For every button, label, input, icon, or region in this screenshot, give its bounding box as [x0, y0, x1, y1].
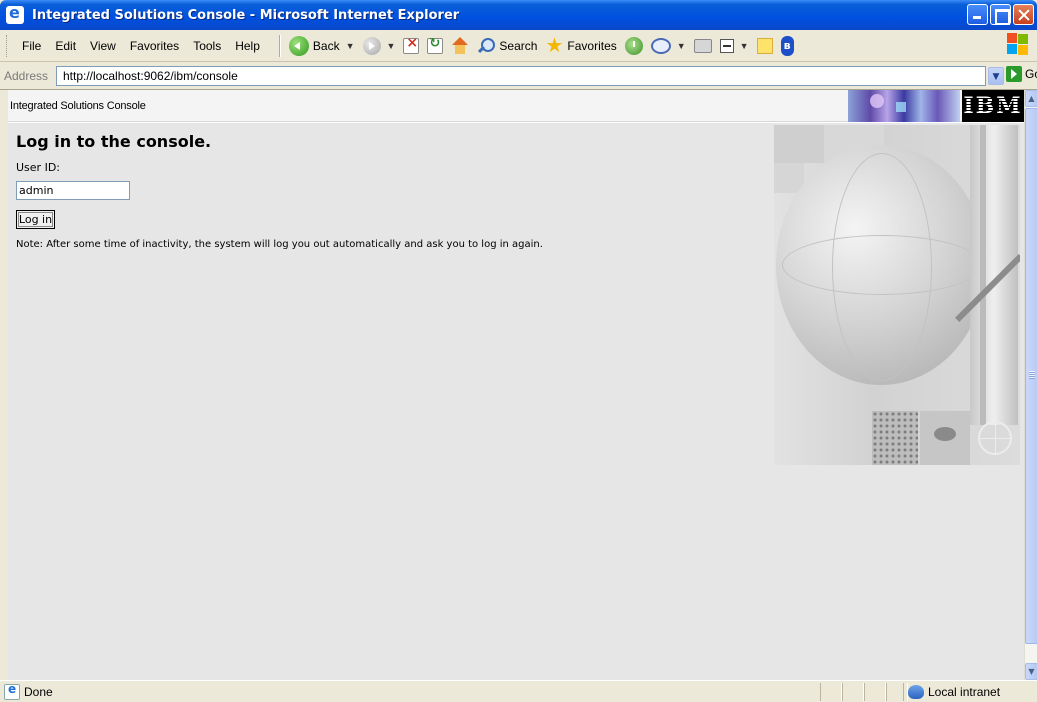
mail-button[interactable]: ▼ — [650, 37, 686, 54]
login-button[interactable]: Log in — [16, 210, 55, 229]
maximize-button[interactable] — [990, 4, 1011, 25]
back-button[interactable]: Back ▼ — [288, 35, 355, 56]
history-button[interactable] — [624, 36, 643, 55]
stop-icon — [403, 35, 420, 54]
bluetooth-icon: ʙ — [780, 35, 794, 56]
title-bar[interactable]: Integrated Solutions Console - Microsoft… — [0, 0, 1037, 30]
scroll-down-button[interactable]: ▼ — [1025, 663, 1037, 680]
search-button[interactable]: Search — [477, 37, 537, 55]
scroll-grip-icon — [1029, 371, 1035, 379]
status-text: Done — [24, 684, 53, 699]
status-panels — [820, 683, 908, 701]
scroll-up-button[interactable]: ▲ — [1025, 90, 1037, 107]
banner-image — [848, 90, 960, 122]
chevron-down-icon[interactable]: ▼ — [677, 41, 686, 51]
user-id-label: User ID: — [16, 161, 60, 174]
back-label: Back — [312, 38, 340, 53]
mail-icon — [650, 37, 671, 54]
menu-tools[interactable]: Tools — [186, 39, 228, 53]
go-arrow-icon — [1006, 66, 1022, 82]
edit-icon — [719, 38, 734, 53]
go-label: Go — [1025, 67, 1037, 81]
notes-button[interactable] — [756, 37, 773, 54]
menu-view[interactable]: View — [83, 39, 123, 53]
toolbar-separator — [278, 34, 281, 57]
page-done-icon — [4, 682, 20, 700]
stop-button[interactable] — [403, 35, 420, 54]
menu-edit[interactable]: Edit — [48, 39, 83, 53]
minimize-button[interactable] — [967, 4, 988, 25]
menu-favorites[interactable]: Favorites — [123, 39, 186, 53]
login-page: Log in to the console. User ID: admin Lo… — [8, 123, 1024, 680]
address-bar: Address http://localhost:9062/ibm/consol… — [0, 62, 1037, 90]
note-icon — [756, 37, 773, 54]
refresh-button[interactable] — [427, 36, 444, 54]
bluetooth-button[interactable]: ʙ — [780, 35, 794, 56]
ibm-logo: IBM — [962, 90, 1024, 122]
console-title: Integrated Solutions Console — [10, 99, 146, 112]
address-dropdown-button[interactable]: ▼ — [988, 67, 1004, 85]
window-title: Integrated Solutions Console - Microsoft… — [32, 7, 460, 23]
refresh-icon — [427, 36, 444, 54]
toolbar-grip[interactable] — [6, 34, 9, 57]
user-id-input[interactable]: admin — [16, 181, 130, 200]
chevron-down-icon[interactable]: ▼ — [740, 41, 749, 51]
forward-arrow-icon — [362, 36, 381, 55]
user-id-value: admin — [19, 184, 54, 197]
star-icon: ★ — [545, 34, 564, 57]
globe-illustration — [774, 125, 1020, 465]
back-arrow-icon — [288, 35, 309, 56]
chevron-down-icon[interactable]: ▼ — [346, 41, 355, 51]
close-button[interactable] — [1013, 4, 1034, 25]
edit-button[interactable]: ▼ — [719, 38, 749, 53]
menu-help[interactable]: Help — [228, 39, 267, 53]
print-button[interactable] — [693, 38, 712, 53]
printer-icon — [693, 38, 712, 53]
window-controls — [967, 4, 1034, 25]
zone-label: Local intranet — [928, 685, 1001, 699]
menu-toolbar: File Edit View Favorites Tools Help Back… — [0, 30, 1037, 62]
inactivity-note: Note: After some time of inactivity, the… — [16, 239, 543, 250]
favorites-label: Favorites — [567, 38, 617, 53]
vertical-scrollbar[interactable]: ▲ ▼ — [1024, 90, 1037, 680]
forward-button[interactable]: ▼ — [362, 36, 396, 55]
status-bar: Done Local intranet — [0, 680, 1037, 702]
address-url: http://localhost:9062/ibm/console — [63, 69, 238, 83]
history-icon — [624, 36, 643, 55]
go-button[interactable]: Go — [1006, 66, 1037, 82]
ie-icon — [6, 3, 24, 24]
address-input[interactable]: http://localhost:9062/ibm/console — [56, 66, 986, 86]
intranet-icon — [908, 685, 924, 699]
chevron-down-icon[interactable]: ▼ — [387, 41, 396, 51]
security-zone[interactable]: Local intranet — [903, 683, 1023, 701]
home-button[interactable] — [451, 36, 469, 55]
windows-logo-icon — [1007, 33, 1029, 57]
menu-file[interactable]: File — [15, 39, 48, 53]
home-icon — [451, 36, 469, 55]
favorites-button[interactable]: ★ Favorites — [545, 34, 617, 57]
ibm-logo-text: IBM — [963, 93, 1023, 119]
search-icon — [477, 37, 496, 55]
search-label: Search — [499, 38, 538, 53]
page-title: Log in to the console. — [16, 132, 212, 151]
scroll-thumb[interactable] — [1025, 108, 1037, 644]
address-label: Address — [4, 68, 49, 83]
